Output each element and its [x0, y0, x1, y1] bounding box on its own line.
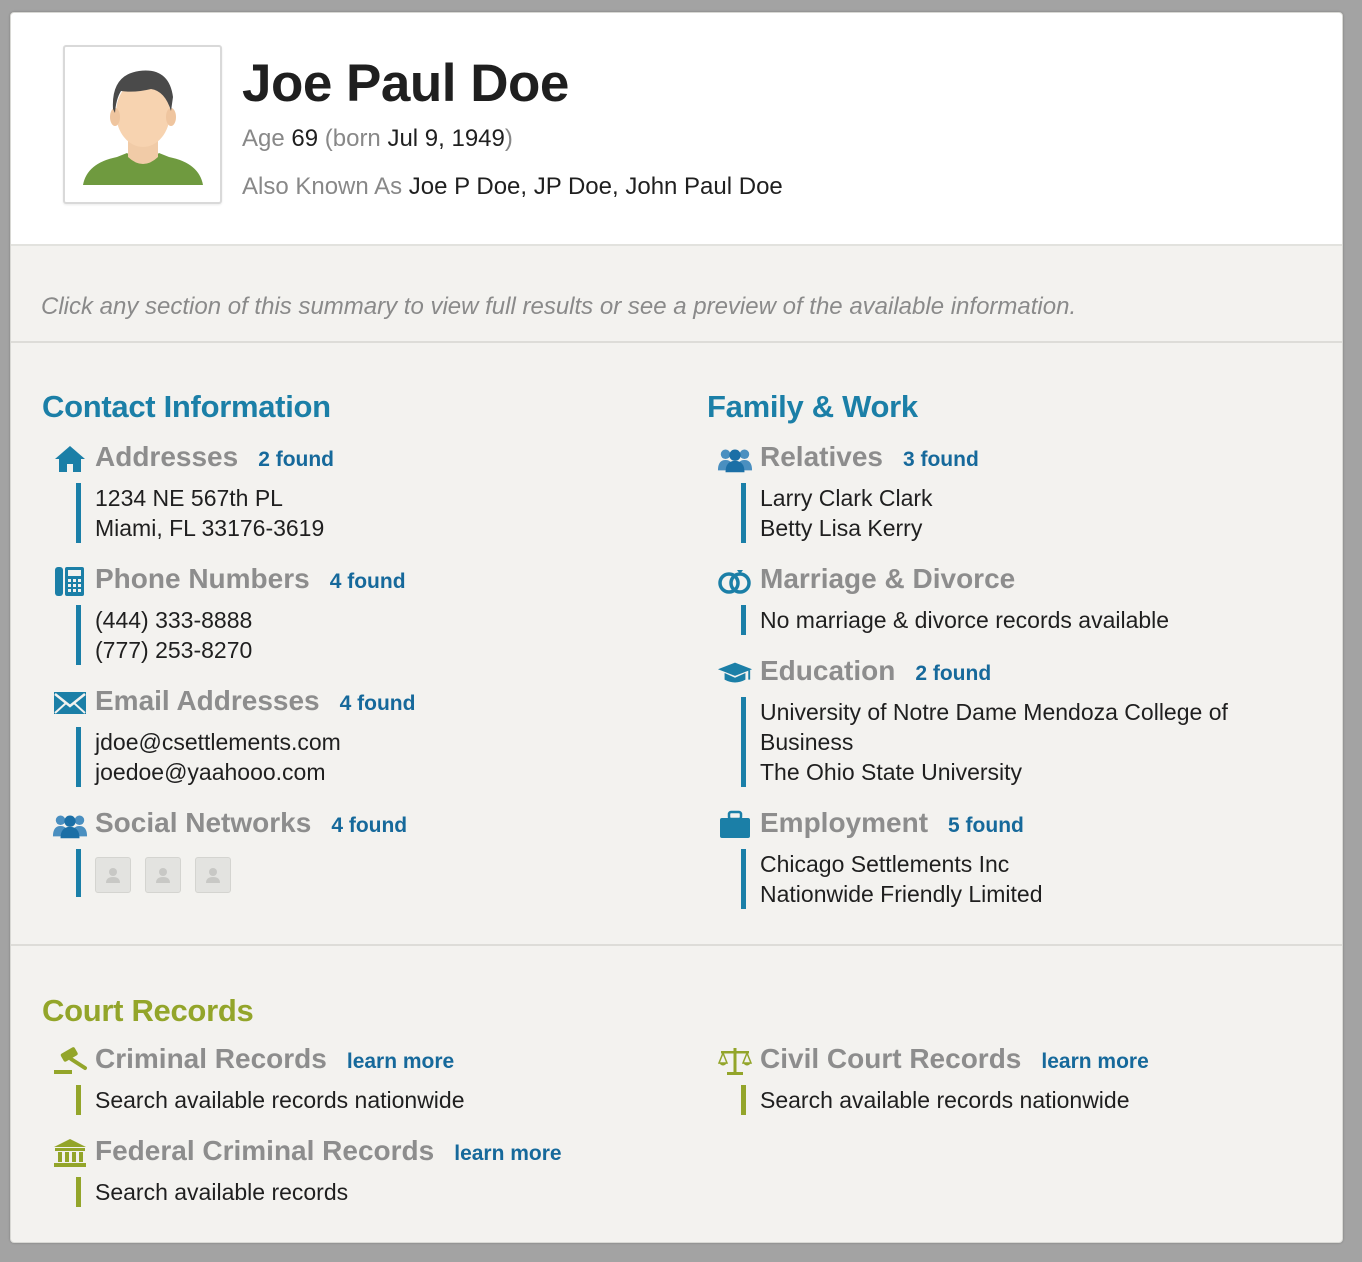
employment-body: Chicago Settlements Inc Nationwide Frien…	[741, 849, 1317, 909]
aka-line: Also Known As Joe P Doe, JP Doe, John Pa…	[242, 173, 783, 201]
avatar	[63, 45, 222, 204]
social-body	[76, 849, 652, 897]
person-name: Joe Paul Doe	[242, 54, 569, 113]
marriage-body: No marriage & divorce records available	[741, 605, 1317, 635]
emails-section[interactable]: Email Addresses 4 found jdoe@csettlements…	[52, 685, 652, 787]
phone-line: (444) 333-8888	[95, 607, 253, 633]
social-section[interactable]: Social Networks 4 found	[52, 807, 652, 897]
relatives-body: Larry Clark Clark Betty Lisa Kerry	[741, 483, 1317, 543]
phone-line: (777) 253-8270	[95, 637, 253, 663]
education-line: University of Notre Dame Mendoza College…	[760, 699, 1228, 755]
phones-body: (444) 333-8888 (777) 253-8270	[76, 605, 652, 665]
born-suffix: )	[504, 125, 513, 152]
phone-icon	[52, 565, 88, 597]
email-line: jdoe@csettlements.com	[95, 729, 341, 755]
aka-label: Also Known As	[242, 173, 403, 200]
social-profile-placeholder-icon[interactable]	[195, 857, 231, 893]
marriage-title: Marriage & Divorce	[760, 563, 1016, 594]
graduation-cap-icon	[717, 657, 753, 689]
employment-title: Employment	[760, 807, 929, 838]
emails-title: Email Addresses	[95, 685, 320, 716]
house-icon	[52, 443, 88, 475]
education-count-link[interactable]: 2 found	[915, 662, 991, 685]
marriage-section[interactable]: Marriage & Divorce No marriage & divorce…	[717, 563, 1317, 635]
phones-title: Phone Numbers	[95, 563, 310, 594]
criminal-learn-more-link[interactable]: learn more	[347, 1050, 454, 1073]
relative-line: Betty Lisa Kerry	[760, 515, 923, 541]
civil-section[interactable]: Civil Court Records learn more Search ava…	[717, 1043, 1317, 1115]
age-label: Age	[242, 125, 285, 152]
federal-title: Federal Criminal Records	[95, 1135, 435, 1166]
civil-title: Civil Court Records	[760, 1043, 1022, 1074]
court-section-title: Court Records	[42, 993, 254, 1028]
relatives-title: Relatives	[760, 441, 883, 472]
social-profile-placeholder-icon[interactable]	[145, 857, 181, 893]
age-line: Age 69 (born Jul 9, 1949)	[242, 125, 513, 153]
envelope-icon	[52, 687, 88, 719]
addresses-count-link[interactable]: 2 found	[258, 448, 334, 471]
divider	[11, 341, 1342, 343]
federal-section[interactable]: Federal Criminal Records learn more Searc…	[52, 1135, 652, 1207]
employment-section[interactable]: Employment 5 found Chicago Settlements In…	[717, 807, 1317, 909]
address-line: Miami, FL 33176-3619	[95, 515, 325, 541]
relative-line: Larry Clark Clark	[760, 485, 933, 511]
report-card: Joe Paul Doe Age 69 (born Jul 9, 1949) A…	[10, 12, 1343, 1243]
people-icon	[717, 443, 753, 475]
age-value: 69	[291, 125, 319, 152]
employment-count-link[interactable]: 5 found	[948, 814, 1024, 837]
employment-line: Chicago Settlements Inc	[760, 851, 1010, 877]
relatives-count-link[interactable]: 3 found	[903, 448, 979, 471]
civil-line: Search available records nationwide	[760, 1087, 1130, 1113]
born-prefix: (born	[324, 125, 381, 152]
addresses-section[interactable]: Addresses 2 found 1234 NE 567th PL Miami,…	[52, 441, 652, 543]
criminal-title: Criminal Records	[95, 1043, 327, 1074]
divider	[11, 944, 1342, 946]
emails-body: jdoe@csettlements.com joedoe@yaahooo.com	[76, 727, 652, 787]
contact-section-title: Contact Information	[42, 389, 331, 424]
aka-value: Joe P Doe, JP Doe, John Paul Doe	[408, 173, 783, 200]
social-count-link[interactable]: 4 found	[331, 814, 407, 837]
civil-learn-more-link[interactable]: learn more	[1041, 1050, 1148, 1073]
scales-icon	[717, 1045, 753, 1077]
phones-count-link[interactable]: 4 found	[330, 570, 406, 593]
civil-body: Search available records nationwide	[741, 1085, 1317, 1115]
briefcase-icon	[717, 809, 753, 841]
criminal-line: Search available records nationwide	[95, 1087, 465, 1113]
relatives-section[interactable]: Relatives 3 found Larry Clark Clark Betty…	[717, 441, 1317, 543]
federal-body: Search available records	[76, 1177, 652, 1207]
emails-count-link[interactable]: 4 found	[340, 692, 416, 715]
courthouse-icon	[52, 1137, 88, 1169]
email-line: joedoe@yaahooo.com	[95, 759, 326, 785]
criminal-section[interactable]: Criminal Records learn more Search availa…	[52, 1043, 652, 1115]
profile-header: Joe Paul Doe Age 69 (born Jul 9, 1949) A…	[11, 13, 1342, 246]
born-date: Jul 9, 1949	[387, 125, 505, 152]
education-line: The Ohio State University	[760, 759, 1023, 785]
gavel-icon	[52, 1045, 88, 1077]
people-icon	[52, 809, 88, 841]
summary-hint: Click any section of this summary to vie…	[41, 293, 1077, 320]
federal-line: Search available records	[95, 1179, 349, 1205]
phones-section[interactable]: Phone Numbers 4 found (444) 333-8888 (777…	[52, 563, 652, 665]
addresses-body: 1234 NE 567th PL Miami, FL 33176-3619	[76, 483, 652, 543]
family-section-title: Family & Work	[707, 389, 918, 424]
federal-learn-more-link[interactable]: learn more	[454, 1142, 561, 1165]
social-title: Social Networks	[95, 807, 312, 838]
rings-icon	[717, 565, 753, 597]
marriage-line: No marriage & divorce records available	[760, 607, 1170, 633]
education-title: Education	[760, 655, 896, 686]
criminal-body: Search available records nationwide	[76, 1085, 652, 1115]
addresses-title: Addresses	[95, 441, 239, 472]
social-profile-placeholder-icon[interactable]	[95, 857, 131, 893]
education-body: University of Notre Dame Mendoza College…	[741, 697, 1317, 787]
address-line: 1234 NE 567th PL	[95, 485, 283, 511]
employment-line: Nationwide Friendly Limited	[760, 881, 1043, 907]
education-section[interactable]: Education 2 found University of Notre Dam…	[717, 655, 1317, 787]
